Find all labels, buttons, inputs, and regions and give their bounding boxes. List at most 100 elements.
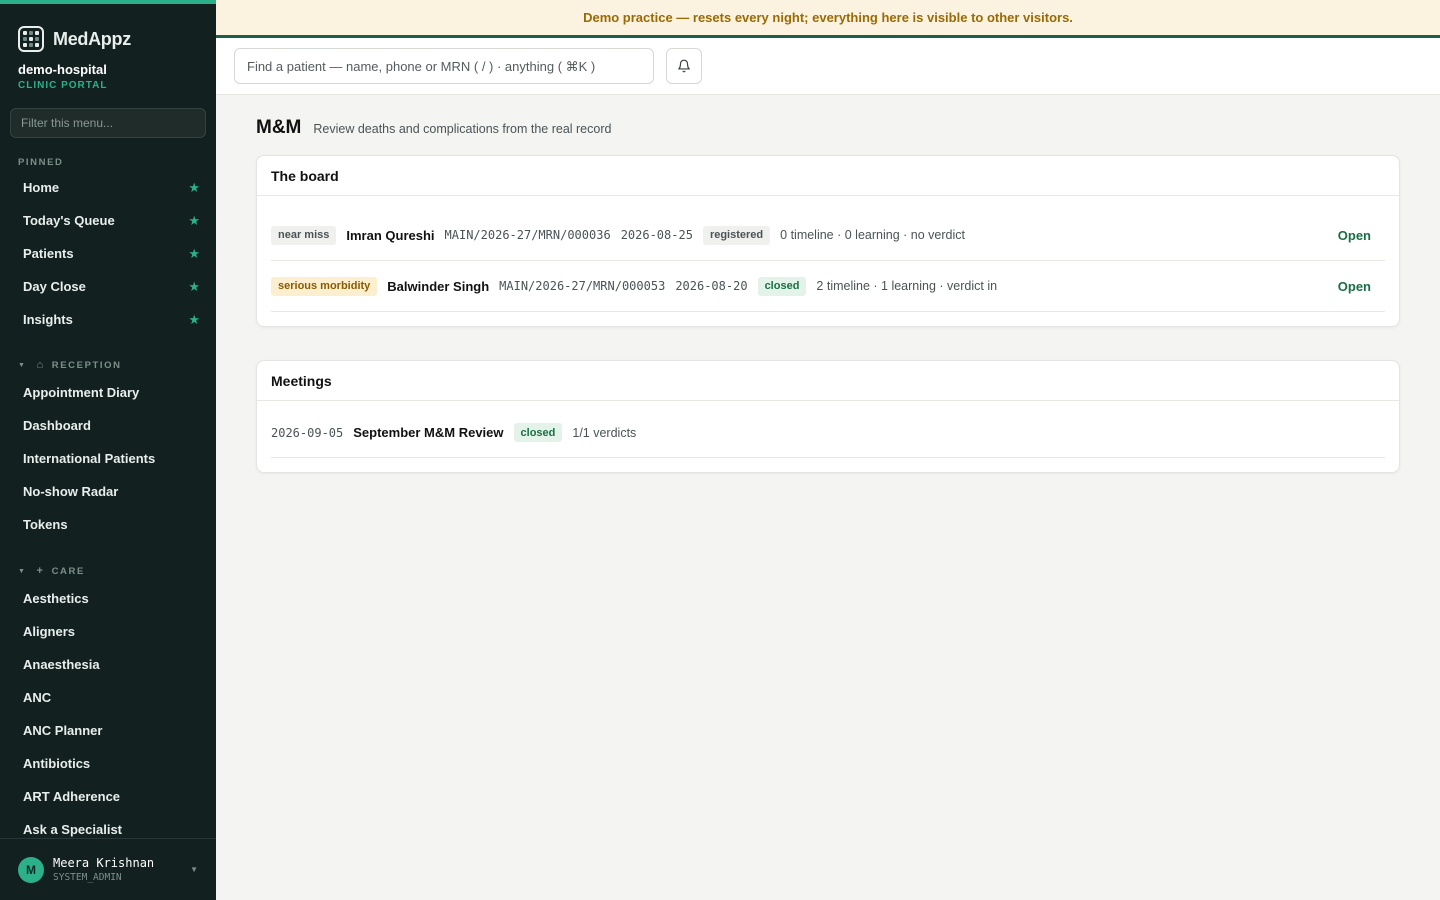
patient-search-input[interactable]	[247, 58, 641, 74]
sidebar-item-label: Day Close	[23, 279, 86, 294]
star-icon[interactable]: ★	[188, 180, 200, 196]
section-pinned-label: PINNED	[18, 157, 64, 168]
user-menu[interactable]: M Meera Krishnan SYSTEM_ADMIN ▼	[0, 838, 216, 900]
app-logo-icon	[18, 26, 44, 52]
org-name: demo-hospital	[18, 62, 107, 77]
menu-filter[interactable]	[10, 108, 206, 138]
brand[interactable]: MedAppz	[0, 4, 216, 60]
meeting-verdicts: 1/1 verdicts	[572, 425, 637, 440]
user-name: Meera Krishnan	[53, 856, 155, 870]
app-name: MedAppz	[53, 28, 131, 49]
sidebar-item-label: ART Adherence	[23, 789, 121, 804]
sidebar-item-todays-queue[interactable]: Today's Queue ★	[0, 204, 216, 237]
list-item[interactable]: 2026-09-05 September M&M Review closed 1…	[271, 408, 1385, 458]
sidebar-item-label: Patients	[23, 246, 74, 261]
sidebar-item-dashboard[interactable]: Dashboard	[0, 409, 216, 442]
section-pinned: PINNED	[0, 157, 216, 168]
sidebar-item-anaesthesia[interactable]: Anaesthesia	[0, 648, 216, 681]
demo-banner: Demo practice — resets every night; ever…	[216, 0, 1440, 38]
sidebar-item-home[interactable]: Home ★	[0, 171, 216, 204]
chevron-down-icon[interactable]: ▼	[18, 568, 27, 575]
sidebar-item-label: Antibiotics	[23, 756, 91, 771]
user-info: Meera Krishnan SYSTEM_ADMIN	[53, 856, 190, 883]
sidebar: MedAppz demo-hospital CLINIC PORTAL PINN…	[0, 0, 216, 900]
section-care[interactable]: ▼ + CARE	[0, 565, 216, 577]
star-icon[interactable]: ★	[188, 246, 200, 262]
bell-icon	[678, 59, 690, 73]
page-title: M&M	[256, 117, 302, 138]
open-case-link[interactable]: Open	[1338, 228, 1371, 243]
status-badge: closed	[513, 423, 563, 442]
star-icon[interactable]: ★	[188, 312, 200, 328]
star-icon[interactable]: ★	[188, 279, 200, 295]
case-summary: 2 timeline · 1 learning · verdict in	[816, 279, 998, 293]
sidebar-item-insights[interactable]: Insights ★	[0, 303, 216, 336]
meeting-date: 2026-09-05	[271, 425, 344, 440]
user-role: SYSTEM_ADMIN	[53, 872, 122, 883]
patient-mrn: MAIN/2026-27/MRN/000053	[499, 279, 666, 293]
sidebar-item-appointment-diary[interactable]: Appointment Diary	[0, 376, 216, 409]
sidebar-item-patients[interactable]: Patients ★	[0, 237, 216, 270]
avatar: M	[18, 856, 44, 883]
meeting-name: September M&M Review	[353, 425, 504, 440]
board-card: The board near miss Imran Qureshi MAIN/2…	[256, 155, 1400, 327]
patient-mrn: MAIN/2026-27/MRN/000036	[444, 228, 611, 242]
main-content: M&M Review deaths and complications from…	[256, 95, 1400, 473]
reception-icon: ⌂	[36, 359, 45, 371]
section-reception-label: RECEPTION	[51, 359, 122, 371]
case-date: 2026-08-20	[675, 279, 748, 293]
sidebar-item-tokens[interactable]: Tokens	[0, 508, 216, 541]
sidebar-item-anc[interactable]: ANC	[0, 681, 216, 714]
open-case-link[interactable]: Open	[1338, 279, 1371, 294]
sidebar-item-no-show-radar[interactable]: No-show Radar	[0, 475, 216, 508]
sidebar-item-label: Ask a Specialist	[23, 822, 122, 837]
sidebar-item-aligners[interactable]: Aligners	[0, 615, 216, 648]
sidebar-item-label: Insights	[23, 312, 73, 327]
sidebar-item-day-close[interactable]: Day Close ★	[0, 270, 216, 303]
sidebar-item-anc-planner[interactable]: ANC Planner	[0, 714, 216, 747]
table-row: serious morbidity Balwinder Singh MAIN/2…	[271, 261, 1385, 312]
section-care-label: CARE	[51, 565, 85, 577]
severity-badge: serious morbidity	[271, 276, 378, 296]
patient-name: Balwinder Singh	[387, 278, 490, 294]
patient-name: Imran Qureshi	[346, 227, 435, 243]
sidebar-item-antibiotics[interactable]: Antibiotics	[0, 747, 216, 780]
meetings-body: 2026-09-05 September M&M Review closed 1…	[257, 401, 1399, 472]
sidebar-item-label: Aesthetics	[23, 591, 89, 606]
board-body: near miss Imran Qureshi MAIN/2026-27/MRN…	[257, 196, 1399, 326]
sidebar-item-label: Aligners	[23, 624, 76, 639]
chevron-down-icon[interactable]: ▼	[190, 865, 198, 874]
page-header: M&M Review deaths and complications from…	[256, 117, 1400, 139]
status-badge: closed	[757, 276, 807, 296]
sidebar-item-label: Home	[23, 180, 60, 195]
org-block: demo-hospital CLINIC PORTAL	[0, 62, 216, 91]
sidebar-item-label: Dashboard	[23, 418, 91, 433]
patient-search[interactable]	[234, 48, 654, 84]
plus-icon: +	[36, 565, 45, 577]
sidebar-item-label: International Patients	[23, 451, 156, 466]
notifications-button[interactable]	[666, 48, 702, 84]
sidebar-item-international-patients[interactable]: International Patients	[0, 442, 216, 475]
severity-badge: near miss	[271, 225, 337, 245]
sidebar-item-art-adherence[interactable]: ART Adherence	[0, 780, 216, 813]
topbar	[216, 38, 1440, 95]
menu-filter-input[interactable]	[21, 116, 195, 130]
sidebar-item-label: Today's Queue	[23, 213, 115, 228]
meetings-title: Meetings	[257, 361, 1399, 401]
table-row: near miss Imran Qureshi MAIN/2026-27/MRN…	[271, 210, 1385, 261]
sidebar-item-label: ANC Planner	[23, 723, 103, 738]
sidebar-item-aesthetics[interactable]: Aesthetics	[0, 582, 216, 615]
sidebar-item-label: No-show Radar	[23, 484, 119, 499]
meetings-card: Meetings 2026-09-05 September M&M Review…	[256, 360, 1400, 473]
portal-label: CLINIC PORTAL	[18, 80, 108, 91]
case-date: 2026-08-25	[620, 228, 693, 242]
chevron-down-icon[interactable]: ▼	[18, 362, 27, 369]
sidebar-item-label: Anaesthesia	[23, 657, 100, 672]
case-summary: 0 timeline · 0 learning · no verdict	[780, 228, 965, 242]
status-badge: registered	[702, 225, 771, 245]
page-subtitle: Review deaths and complications from the…	[313, 122, 612, 136]
sidebar-item-label: Tokens	[23, 517, 68, 532]
sidebar-item-label: ANC	[23, 690, 52, 705]
star-icon[interactable]: ★	[188, 213, 200, 229]
section-reception[interactable]: ▼ ⌂ RECEPTION	[0, 359, 216, 371]
